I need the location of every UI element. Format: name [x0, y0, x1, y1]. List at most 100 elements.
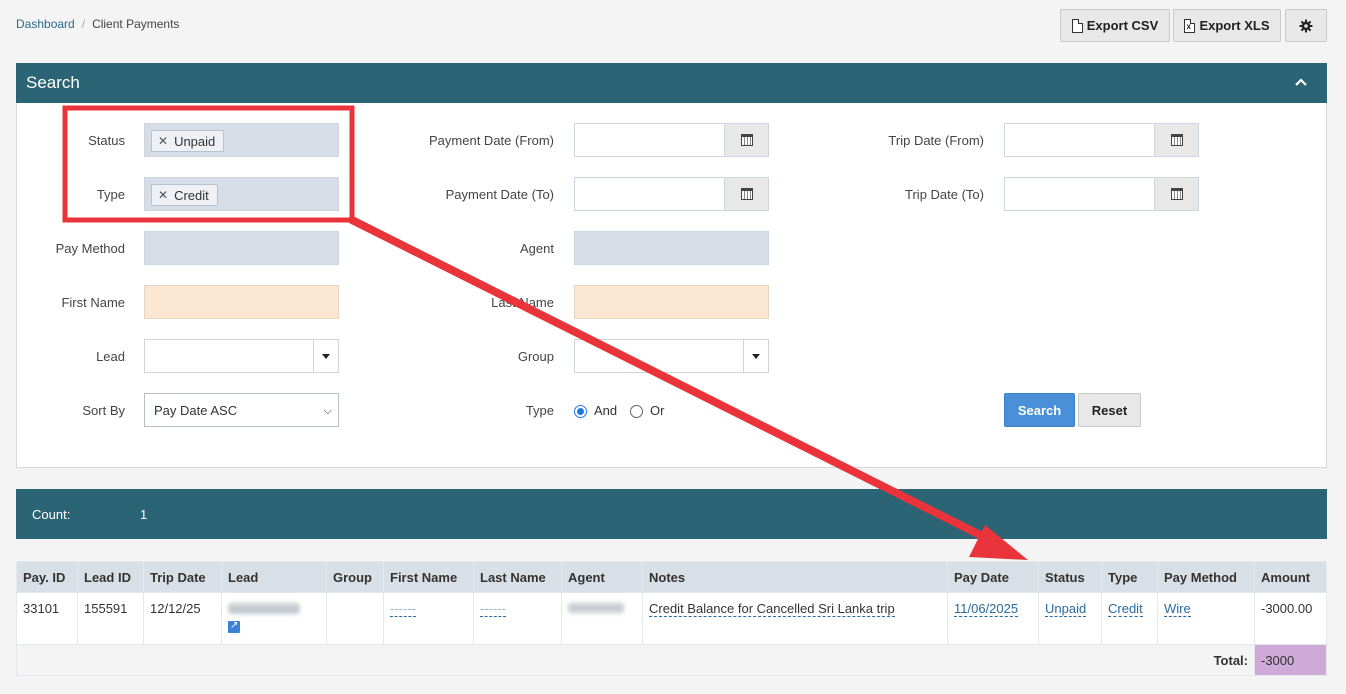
search-panel-title: Search — [26, 73, 80, 92]
trip-date-from-calendar-button[interactable] — [1154, 123, 1199, 157]
agent-multiselect[interactable] — [574, 231, 769, 265]
export-csv-label: Export CSV — [1086, 18, 1159, 33]
pay-method-multiselect[interactable] — [144, 231, 339, 265]
col-status[interactable]: Status — [1038, 561, 1102, 593]
file-icon — [1071, 18, 1083, 33]
export-xls-button[interactable]: x Export XLS — [1173, 9, 1281, 42]
trip-date-to-label: Trip Date (To) — [905, 187, 984, 202]
settings-button[interactable] — [1285, 9, 1327, 42]
and-radio[interactable] — [574, 405, 587, 418]
pay-method-link[interactable]: Wire — [1164, 601, 1191, 617]
type-chip-label: Credit — [174, 187, 209, 203]
cell-lead — [221, 592, 327, 645]
lead-label: Lead — [96, 349, 125, 364]
results-count-bar: Count: 1 — [16, 489, 1327, 539]
group-select[interactable] — [574, 339, 769, 373]
payment-date-from-calendar-button[interactable] — [724, 123, 769, 157]
col-type[interactable]: Type — [1101, 561, 1158, 593]
calendar-icon — [740, 134, 753, 146]
total-row: Total: -3000 — [16, 644, 1327, 676]
remove-chip-icon[interactable]: ✕ — [158, 134, 168, 148]
cell-lead-id: 155591 — [77, 592, 144, 645]
cell-notes: Credit Balance for Cancelled Sri Lanka t… — [642, 592, 948, 645]
first-name-link[interactable]: ------ — [390, 601, 416, 617]
cell-pay-date: 11/06/2025 — [947, 592, 1039, 645]
type-chip: ✕ Credit — [151, 184, 218, 206]
payment-date-to-label: Payment Date (To) — [445, 187, 554, 202]
remove-chip-icon[interactable]: ✕ — [158, 188, 168, 202]
payment-date-to-calendar-button[interactable] — [724, 177, 769, 211]
total-value: -3000 — [1254, 644, 1327, 676]
col-agent[interactable]: Agent — [561, 561, 643, 593]
status-chip: ✕ Unpaid — [151, 130, 225, 152]
col-amount[interactable]: Amount — [1254, 561, 1327, 593]
status-multiselect[interactable]: ✕ Unpaid — [144, 123, 339, 157]
search-button[interactable]: Search — [1004, 393, 1075, 427]
sort-by-label: Sort By — [82, 403, 125, 418]
trip-date-to-input[interactable] — [1004, 177, 1155, 211]
total-label: Total: — [16, 644, 1255, 676]
reset-button[interactable]: Reset — [1078, 393, 1141, 427]
cell-agent — [561, 592, 643, 645]
chevron-down-icon: ⌵ — [323, 405, 332, 417]
search-panel-header[interactable]: Search — [16, 63, 1327, 103]
excel-file-icon: x — [1184, 18, 1196, 33]
col-lead[interactable]: Lead — [221, 561, 327, 593]
col-last-name[interactable]: Last Name — [473, 561, 562, 593]
trip-date-to-calendar-button[interactable] — [1154, 177, 1199, 211]
status-link[interactable]: Unpaid — [1045, 601, 1087, 617]
col-group[interactable]: Group — [326, 561, 384, 593]
type-multiselect[interactable]: ✕ Credit — [144, 177, 339, 211]
external-link-icon[interactable] — [228, 620, 240, 633]
notes-link[interactable]: Credit Balance for Cancelled Sri Lanka t… — [649, 601, 895, 617]
agent-name — [568, 603, 624, 613]
table-row: 33101 155591 12/12/25 ------ ------ Cred… — [16, 592, 1327, 645]
table-header-row: Pay. ID Lead ID Trip Date Lead Group Fir… — [16, 561, 1327, 593]
col-pay-id[interactable]: Pay. ID — [16, 561, 78, 593]
cell-type: Credit — [1101, 592, 1158, 645]
status-label: Status — [88, 133, 125, 148]
col-notes[interactable]: Notes — [642, 561, 948, 593]
calendar-icon — [740, 188, 753, 200]
last-name-link[interactable]: ------ — [480, 601, 506, 617]
cell-trip-date: 12/12/25 — [143, 592, 222, 645]
and-radio-label: And — [594, 403, 618, 418]
trip-date-from-label: Trip Date (From) — [888, 133, 984, 148]
col-pay-date[interactable]: Pay Date — [947, 561, 1039, 593]
pay-date-link[interactable]: 11/06/2025 — [954, 601, 1019, 617]
logic-type-label: Type — [525, 403, 554, 418]
lead-dropdown-button[interactable] — [313, 340, 338, 372]
cell-group — [326, 592, 384, 645]
cell-status: Unpaid — [1038, 592, 1102, 645]
cell-last-name: ------ — [473, 592, 562, 645]
lead-select[interactable] — [144, 339, 339, 373]
payment-date-to-input[interactable] — [574, 177, 725, 211]
pay-method-label: Pay Method — [55, 241, 125, 256]
lead-name-link[interactable] — [228, 603, 300, 613]
count-value: 1 — [140, 507, 148, 522]
last-name-label: Last Name — [491, 295, 554, 310]
caret-down-icon — [322, 353, 330, 359]
sort-by-select[interactable]: Pay Date ASC ⌵ — [144, 393, 339, 427]
status-chip-label: Unpaid — [174, 133, 216, 149]
chevron-up-icon[interactable] — [1295, 78, 1307, 86]
col-lead-id[interactable]: Lead ID — [77, 561, 144, 593]
export-csv-button[interactable]: Export CSV — [1060, 9, 1170, 42]
last-name-input[interactable] — [574, 285, 769, 319]
col-first-name[interactable]: First Name — [383, 561, 474, 593]
breadcrumb-dashboard-link[interactable]: Dashboard — [16, 17, 75, 31]
breadcrumb: Dashboard / Client Payments — [16, 17, 179, 31]
agent-label: Agent — [520, 241, 554, 256]
trip-date-from-input[interactable] — [1004, 123, 1155, 157]
first-name-input[interactable] — [144, 285, 339, 319]
col-trip-date[interactable]: Trip Date — [143, 561, 222, 593]
count-label: Count: — [32, 507, 71, 522]
col-pay-method[interactable]: Pay Method — [1157, 561, 1255, 593]
cell-amount: -3000.00 — [1254, 592, 1327, 645]
export-xls-label: Export XLS — [1199, 18, 1270, 33]
payment-date-from-input[interactable] — [574, 123, 725, 157]
or-radio[interactable] — [630, 405, 643, 418]
group-dropdown-button[interactable] — [743, 340, 768, 372]
type-link[interactable]: Credit — [1108, 601, 1143, 617]
or-radio-label: Or — [650, 403, 665, 418]
